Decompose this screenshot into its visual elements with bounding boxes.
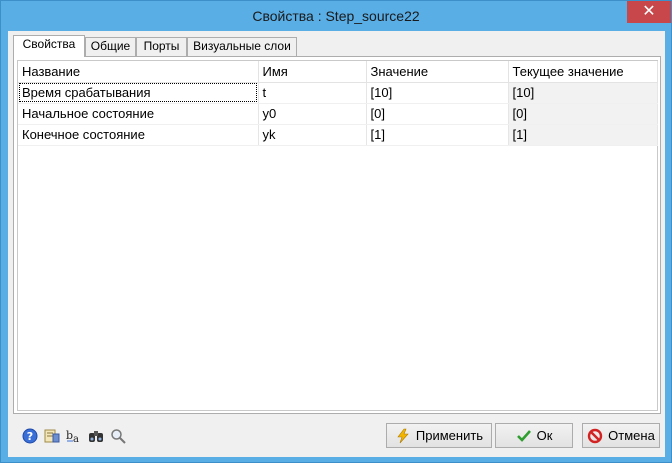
ok-button[interactable]: Ок	[495, 423, 573, 448]
cancel-button-label: Отмена	[608, 428, 655, 443]
tab-visual-layers[interactable]: Визуальные слои	[187, 37, 297, 56]
cell-value[interactable]: [1]	[366, 124, 509, 146]
column-header-id[interactable]: Имя	[258, 61, 367, 83]
cancel-icon	[587, 428, 603, 443]
cell-name[interactable]: Начальное состояние	[18, 103, 259, 125]
apply-button[interactable]: Применить	[386, 423, 492, 448]
cancel-button[interactable]: Отмена	[582, 423, 660, 448]
cell-id[interactable]: yk	[258, 124, 367, 146]
cell-name[interactable]: Время срабатывания	[18, 82, 259, 104]
tab-properties[interactable]: Свойства	[13, 35, 85, 57]
column-header-value[interactable]: Значение	[366, 61, 509, 83]
ok-button-label: Ок	[536, 428, 553, 443]
svg-text:?: ?	[27, 430, 33, 443]
magnifier-icon[interactable]	[110, 428, 126, 444]
table-header-row: Название Имя Значение Текущее значение	[18, 61, 658, 83]
help-icon[interactable]: ?	[22, 428, 38, 444]
cell-value[interactable]: [0]	[366, 103, 509, 125]
column-header-current-value[interactable]: Текущее значение	[508, 61, 658, 83]
cell-current-value: [10]	[508, 82, 658, 104]
lightning-icon	[397, 428, 409, 443]
apply-button-label: Применить	[415, 428, 484, 443]
edit-properties-icon[interactable]	[44, 428, 60, 444]
binoculars-icon[interactable]	[88, 428, 104, 444]
dialog-client-area: Свойства Общие Порты Визуальные слои Наз…	[8, 31, 665, 457]
cell-current-value: [0]	[508, 103, 658, 125]
cell-id[interactable]: t	[258, 82, 367, 104]
tab-ports[interactable]: Порты	[136, 37, 187, 56]
svg-text:a: a	[73, 434, 79, 444]
close-button[interactable]: ✕	[627, 1, 671, 23]
cell-current-value: [1]	[508, 124, 658, 146]
cell-name[interactable]: Конечное состояние	[18, 124, 259, 146]
cell-value[interactable]: [10]	[366, 82, 509, 104]
properties-table[interactable]: Название Имя Значение Текущее значение В…	[17, 60, 658, 411]
close-icon: ✕	[642, 3, 656, 20]
title-bar[interactable]: Свойства : Step_source22 ✕	[1, 1, 671, 31]
properties-dialog: Свойства : Step_source22 ✕ Свойства Общи…	[0, 0, 672, 463]
rename-icon[interactable]: b a	[66, 428, 82, 444]
tab-general[interactable]: Общие	[85, 37, 136, 56]
window-title: Свойства : Step_source22	[252, 8, 420, 24]
table-row[interactable]: Конечное состояние yk [1] [1]	[18, 124, 658, 146]
table-row[interactable]: Начальное состояние y0 [0] [0]	[18, 103, 658, 125]
svg-text:b: b	[66, 429, 73, 442]
checkmark-icon	[516, 429, 531, 442]
cell-id[interactable]: y0	[258, 103, 367, 125]
table-row[interactable]: Время срабатывания t [10] [10]	[18, 82, 658, 104]
properties-panel: Название Имя Значение Текущее значение В…	[13, 56, 661, 414]
column-header-name[interactable]: Название	[18, 61, 259, 83]
